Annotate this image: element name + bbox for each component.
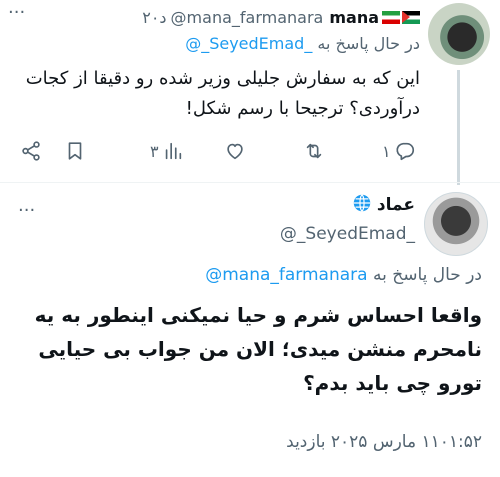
- iran-flag-icon: [382, 10, 400, 24]
- share-button[interactable]: [20, 138, 42, 164]
- tweet-header: ۲۰د @mana_farmanara mana: [142, 6, 420, 28]
- like-button[interactable]: [224, 138, 249, 164]
- display-name[interactable]: mana: [329, 8, 379, 27]
- author-name-row: عماد: [351, 192, 415, 218]
- replying-to: در حال پاسخ به @mana_farmanara: [205, 265, 482, 285]
- name-emoji: [382, 10, 420, 24]
- display-name[interactable]: عماد: [377, 195, 415, 215]
- replying-to: در حال پاسخ به @_SeyedEmad_: [185, 34, 420, 53]
- tweet-text: این که به سفارش جلیلی وزیر شده رو دقیقا …: [25, 68, 420, 119]
- user-handle[interactable]: @_SeyedEmad_: [280, 224, 415, 244]
- reply-tweet[interactable]: ··· ۲۰د @mana_farmanara mana در حال پاسخ…: [0, 0, 500, 185]
- palestine-flag-icon: [402, 10, 420, 24]
- reply-button[interactable]: ۱: [382, 138, 416, 164]
- replying-to-label: در حال پاسخ به: [317, 34, 420, 53]
- reply-bubble-icon: [396, 142, 414, 161]
- more-options-icon[interactable]: ···: [18, 200, 35, 221]
- tweet-actions: ۳ ۱: [20, 138, 420, 164]
- tweet-meta: ۱۱۰۱:۵۲ مارس ۲۰۲۵ بازدید: [286, 432, 482, 452]
- divider: [0, 182, 500, 183]
- more-options-icon[interactable]: ···: [8, 2, 25, 23]
- globe-icon: [351, 192, 373, 218]
- user-handle[interactable]: @mana_farmanara: [171, 8, 324, 27]
- views-chart-icon: [165, 142, 181, 160]
- bookmark-button[interactable]: [64, 138, 86, 164]
- avatar[interactable]: [428, 3, 490, 65]
- replying-to-link[interactable]: @mana_farmanara: [205, 265, 367, 285]
- share-icon: [22, 141, 40, 161]
- replying-to-label: در حال پاسخ به: [372, 265, 482, 285]
- replying-to-link[interactable]: @_SeyedEmad_: [185, 34, 312, 53]
- main-tweet-text: واقعا احساس شرم و حیا نمیکنی اینطور به ی…: [34, 303, 482, 395]
- reply-count: ۱: [382, 141, 391, 161]
- views-button[interactable]: ۳: [150, 138, 184, 164]
- heart-icon: [227, 143, 243, 160]
- author-avatar[interactable]: [424, 192, 488, 256]
- timestamp[interactable]: ۲۰د: [142, 8, 166, 27]
- retweet-button[interactable]: [303, 138, 328, 164]
- views-count: ۳: [150, 141, 159, 161]
- bookmark-icon: [68, 142, 82, 160]
- retweet-icon: [306, 143, 322, 159]
- thread-line: [457, 70, 460, 185]
